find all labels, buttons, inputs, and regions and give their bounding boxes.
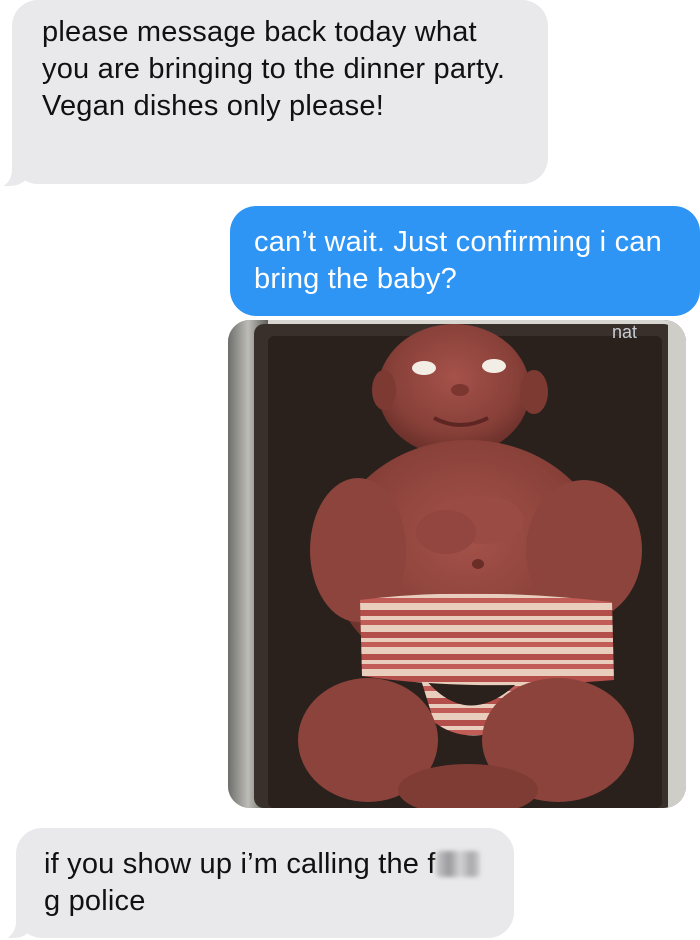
photo-attachment[interactable]: nat [228, 320, 686, 808]
incoming-message-bubble[interactable]: if you show up i’m calling the f g police [16, 828, 514, 938]
outgoing-message-bubble[interactable]: can’t wait. Just confirming i can bring … [230, 206, 700, 316]
message-thread: please message back today what you are b… [0, 0, 700, 940]
incoming-message-bubble[interactable]: please message back today what you are b… [12, 0, 548, 184]
message-text: can’t wait. Just confirming i can bring … [254, 226, 662, 295]
message-text: please message back today what you are b… [42, 16, 506, 122]
censor-blur [435, 851, 480, 877]
svg-text:nat: nat [612, 322, 637, 342]
meat-baby-image: nat [228, 320, 686, 808]
message-text: if you show up i’m calling the f [44, 848, 436, 880]
message-text-end: g police [44, 885, 146, 917]
